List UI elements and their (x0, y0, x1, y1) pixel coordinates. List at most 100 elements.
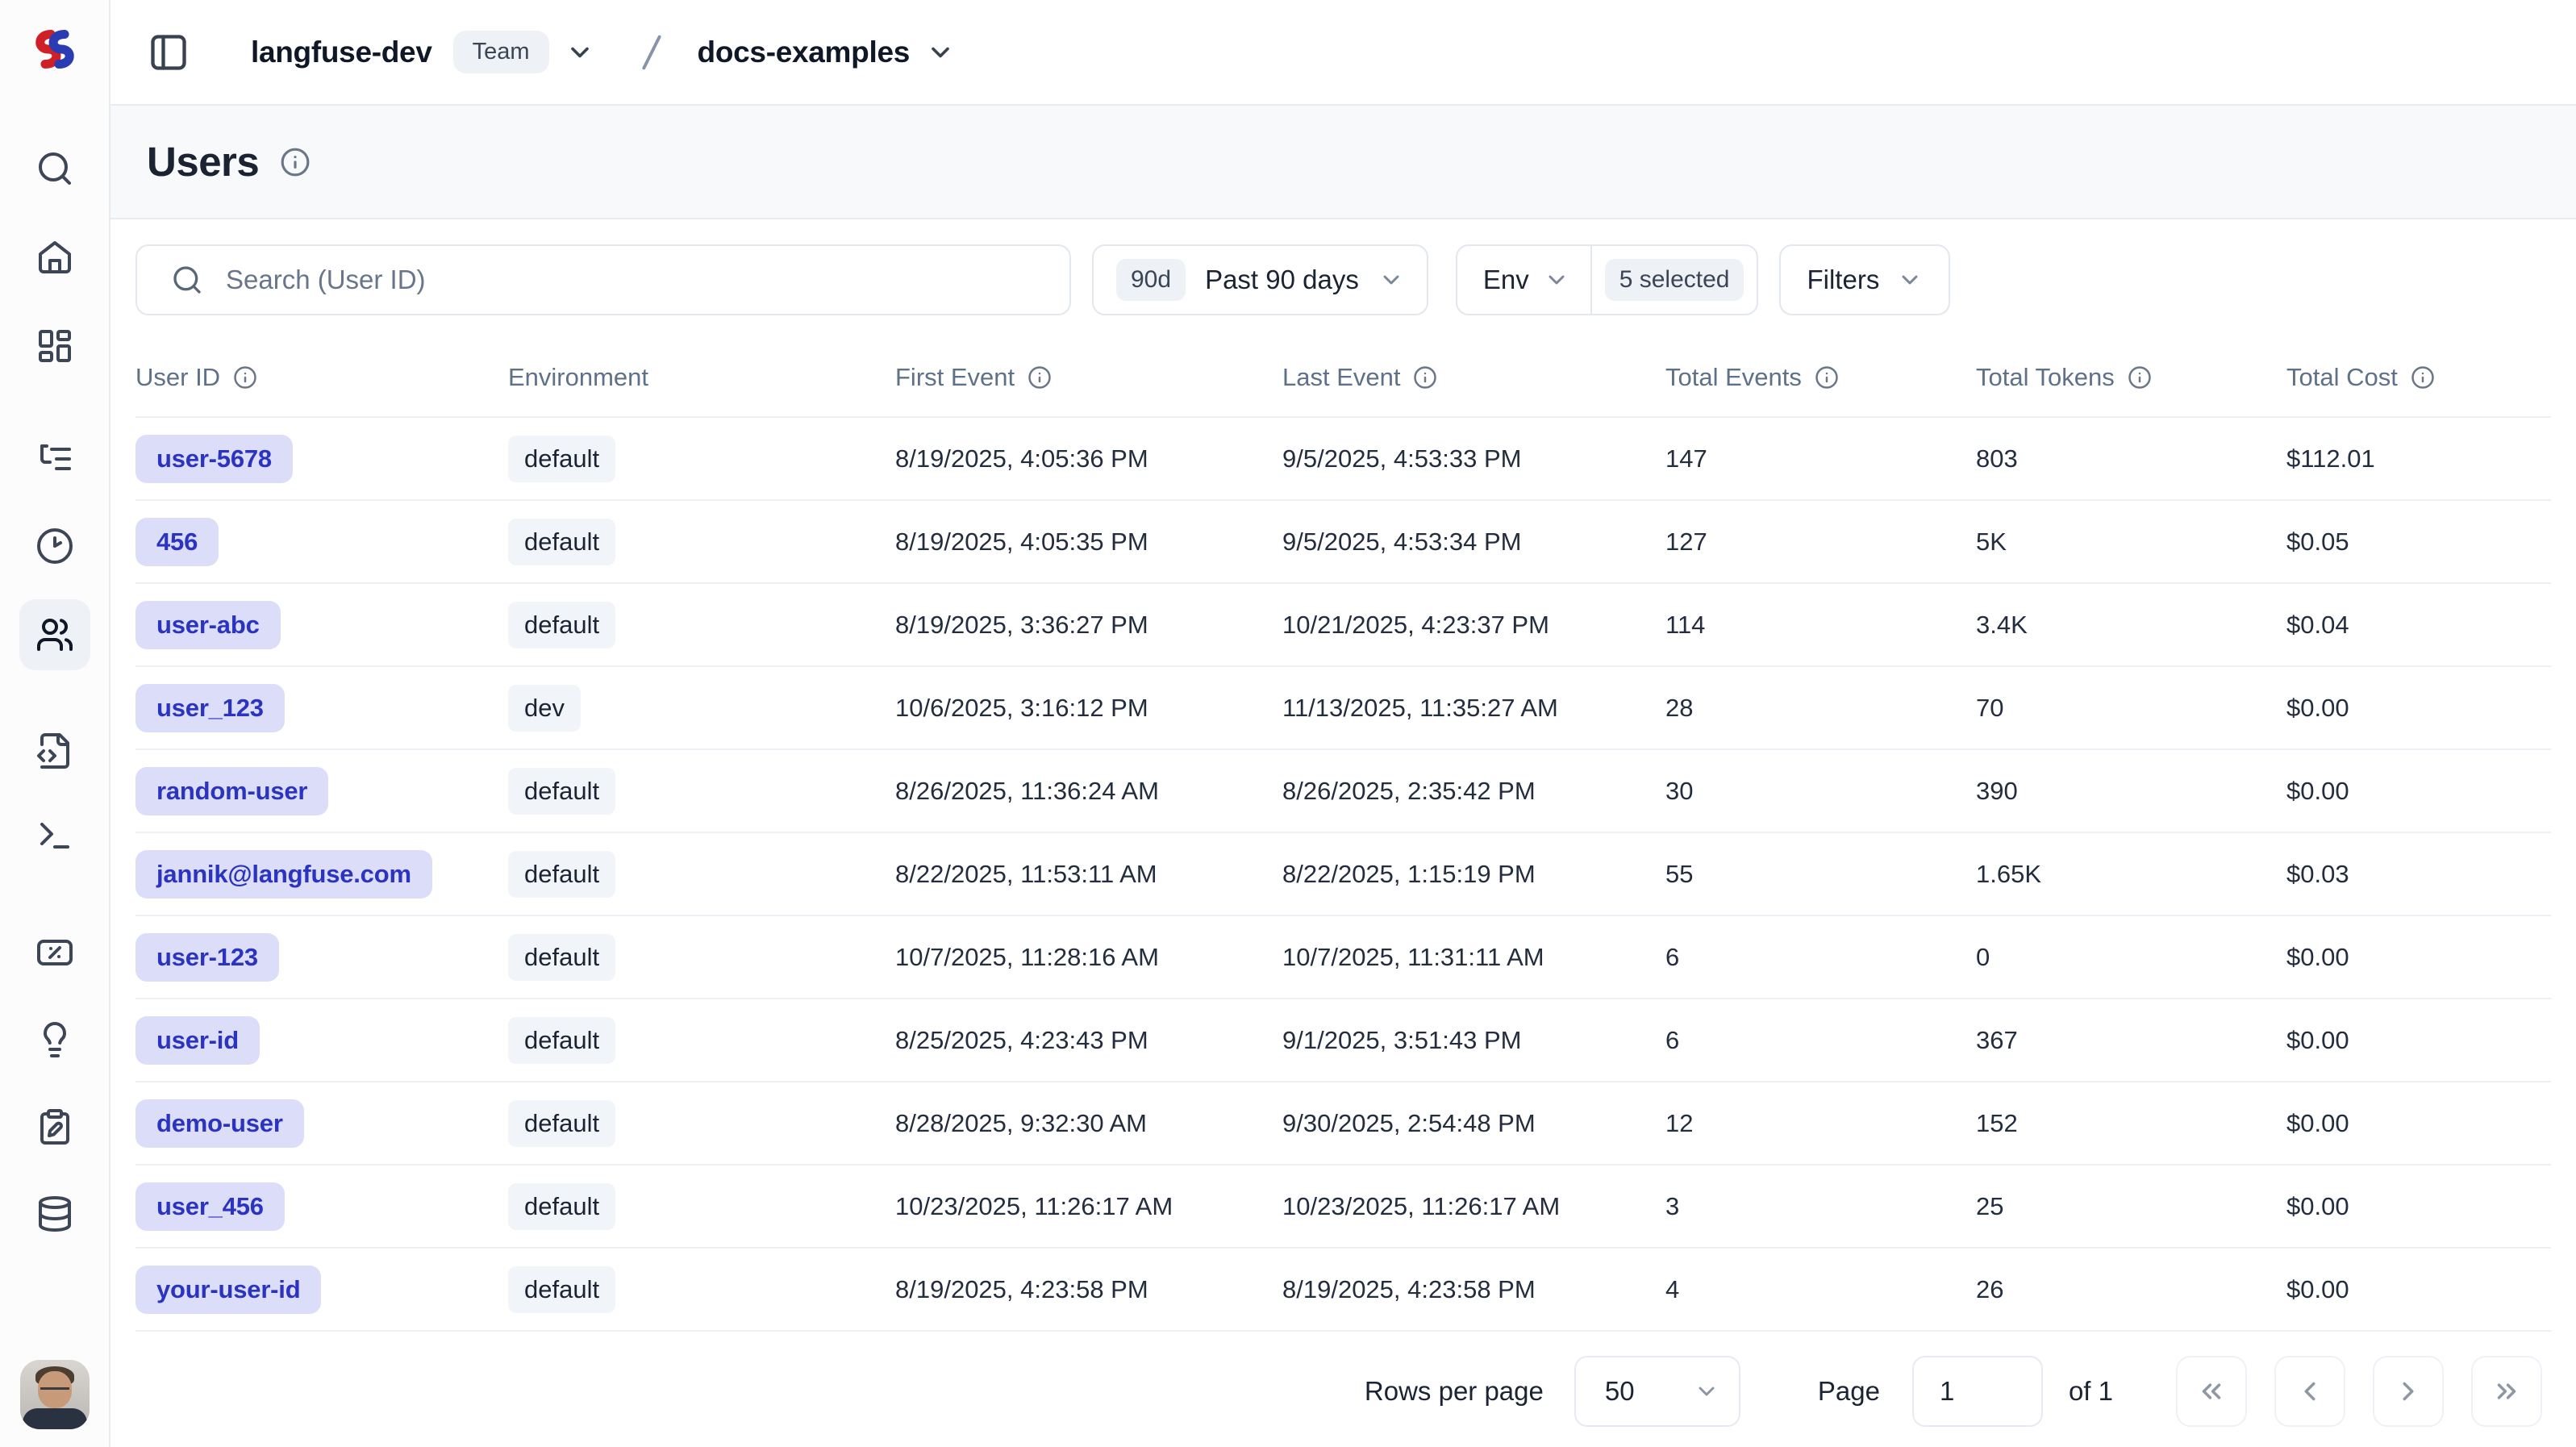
total-tokens-cell: 390 (1976, 777, 2286, 806)
workspace-name[interactable]: langfuse-dev (251, 35, 432, 69)
user-id-badge[interactable]: your-user-id (135, 1266, 321, 1314)
environment-cell: default (508, 602, 895, 648)
user-id-badge[interactable]: user-5678 (135, 435, 293, 483)
page-number-input[interactable] (1912, 1356, 2043, 1427)
date-range-label: Past 90 days (1205, 265, 1359, 295)
user-avatar[interactable] (20, 1360, 90, 1429)
table-row[interactable]: 456default8/19/2025, 4:05:35 PM9/5/2025,… (135, 499, 2551, 582)
users-table: User IDEnvironmentFirst EventLast EventT… (135, 339, 2551, 1332)
chevron-right-icon (2393, 1376, 2424, 1407)
search-input[interactable] (226, 265, 1069, 295)
clipboard-pen-icon[interactable] (19, 1091, 90, 1162)
table-row[interactable]: your-user-iddefault8/19/2025, 4:23:58 PM… (135, 1247, 2551, 1330)
user-id-cell: 456 (135, 518, 508, 566)
user-id-badge[interactable]: user-abc (135, 601, 281, 649)
environment-badge: default (508, 519, 615, 565)
total-cost-cell: $0.00 (2286, 777, 2551, 806)
total-events-cell: 55 (1665, 860, 1976, 889)
table-row[interactable]: user_456default10/23/2025, 11:26:17 AM10… (135, 1164, 2551, 1247)
environment-badge: default (508, 1017, 615, 1064)
user-id-badge[interactable]: 456 (135, 518, 219, 566)
last-event-cell: 9/30/2025, 2:54:48 PM (1282, 1109, 1665, 1138)
first-event-cell: 8/28/2025, 9:32:30 AM (895, 1109, 1282, 1138)
previous-page-button[interactable] (2274, 1356, 2345, 1427)
table-footer: Rows per page 50 Page of 1 (110, 1335, 2576, 1447)
search-icon[interactable] (19, 133, 90, 204)
langfuse-logo-icon[interactable] (23, 18, 86, 81)
terminal-icon[interactable] (19, 800, 90, 871)
table-row[interactable]: user-abcdefault8/19/2025, 3:36:27 PM10/2… (135, 582, 2551, 665)
total-cost-cell: $0.03 (2286, 860, 2551, 889)
pagination-controls (2176, 1356, 2542, 1427)
rows-per-page-label: Rows per page (1365, 1376, 1544, 1407)
environment-badge: default (508, 1183, 615, 1230)
table-row[interactable]: jannik@langfuse.comdefault8/22/2025, 11:… (135, 832, 2551, 915)
user-id-badge[interactable]: jannik@langfuse.com (135, 850, 432, 899)
page-title-info-icon[interactable] (280, 147, 311, 177)
environment-cell: default (508, 519, 895, 565)
total-cost-cell: $0.00 (2286, 1026, 2551, 1055)
column-info-icon[interactable] (2128, 365, 2152, 390)
list-tree-icon[interactable] (19, 423, 90, 494)
total-tokens-cell: 25 (1976, 1192, 2286, 1221)
user-id-badge[interactable]: user_456 (135, 1182, 285, 1231)
project-chevron-down-icon[interactable] (926, 38, 955, 67)
column-info-icon[interactable] (233, 365, 257, 390)
user-id-badge[interactable]: user-id (135, 1016, 260, 1065)
rows-per-page-select[interactable]: 50 (1574, 1356, 1740, 1427)
first-event-cell: 8/22/2025, 11:53:11 AM (895, 860, 1282, 889)
user-id-badge[interactable]: random-user (135, 767, 328, 815)
table-toolbar: 90d Past 90 days Env 5 selected Filters (110, 220, 2576, 339)
table-row[interactable]: random-userdefault8/26/2025, 11:36:24 AM… (135, 749, 2551, 832)
clock-icon[interactable] (19, 511, 90, 582)
last-event-cell: 9/5/2025, 4:53:34 PM (1282, 528, 1665, 557)
chevron-left-icon (2295, 1376, 2325, 1407)
project-name[interactable]: docs-examples (698, 35, 910, 69)
column-info-icon[interactable] (1027, 365, 1052, 390)
total-tokens-cell: 152 (1976, 1109, 2286, 1138)
column-header-total-tokens: Total Tokens (1976, 363, 2286, 392)
column-header-user-id: User ID (135, 363, 508, 392)
environment-cell: default (508, 1100, 895, 1147)
sidebar-toggle-icon[interactable] (143, 27, 194, 78)
database-icon[interactable] (19, 1178, 90, 1249)
user-id-badge[interactable]: demo-user (135, 1099, 304, 1148)
environment-filter-button[interactable]: Env 5 selected (1456, 244, 1759, 315)
file-code-icon[interactable] (19, 715, 90, 786)
workspace-type-badge: Team (453, 31, 549, 73)
search-box (135, 244, 1071, 315)
users-icon[interactable] (19, 599, 90, 670)
date-range-button[interactable]: 90d Past 90 days (1092, 244, 1428, 315)
column-header-first-event: First Event (895, 363, 1282, 392)
table-row[interactable]: user-123default10/7/2025, 11:28:16 AM10/… (135, 915, 2551, 998)
percent-card-icon[interactable] (19, 917, 90, 988)
last-page-button[interactable] (2471, 1356, 2542, 1427)
page-header: Users (110, 106, 2576, 219)
total-events-cell: 6 (1665, 1026, 1976, 1055)
user-id-cell: your-user-id (135, 1266, 508, 1314)
first-event-cell: 8/25/2025, 4:23:43 PM (895, 1026, 1282, 1055)
first-page-button[interactable] (2176, 1356, 2247, 1427)
table-row[interactable]: user-5678default8/19/2025, 4:05:36 PM9/5… (135, 416, 2551, 499)
table-row[interactable]: user-iddefault8/25/2025, 4:23:43 PM9/1/2… (135, 998, 2551, 1081)
home-icon[interactable] (19, 222, 90, 293)
filters-button[interactable]: Filters (1779, 244, 1950, 315)
user-id-badge[interactable]: user-123 (135, 933, 279, 982)
table-row[interactable]: demo-user default8/28/2025, 9:32:30 AM9/3… (135, 1081, 2551, 1164)
total-tokens-cell: 5K (1976, 528, 2286, 557)
table-row[interactable]: user_123dev10/6/2025, 3:16:12 PM11/13/20… (135, 665, 2551, 749)
user-id-badge[interactable]: user_123 (135, 684, 285, 732)
column-header-total-events: Total Events (1665, 363, 1976, 392)
column-info-icon[interactable] (2411, 365, 2435, 390)
workspace-chevron-down-icon[interactable] (565, 38, 594, 67)
dashboard-icon[interactable] (19, 311, 90, 382)
env-filter-label: Env (1483, 265, 1529, 295)
column-info-icon[interactable] (1413, 365, 1437, 390)
next-page-button[interactable] (2373, 1356, 2444, 1427)
search-icon (171, 264, 203, 296)
user-id-cell: jannik@langfuse.com (135, 850, 508, 899)
lightbulb-icon[interactable] (19, 1004, 90, 1075)
column-info-icon[interactable] (1815, 365, 1839, 390)
total-tokens-cell: 26 (1976, 1275, 2286, 1304)
first-event-cell: 10/23/2025, 11:26:17 AM (895, 1192, 1282, 1221)
